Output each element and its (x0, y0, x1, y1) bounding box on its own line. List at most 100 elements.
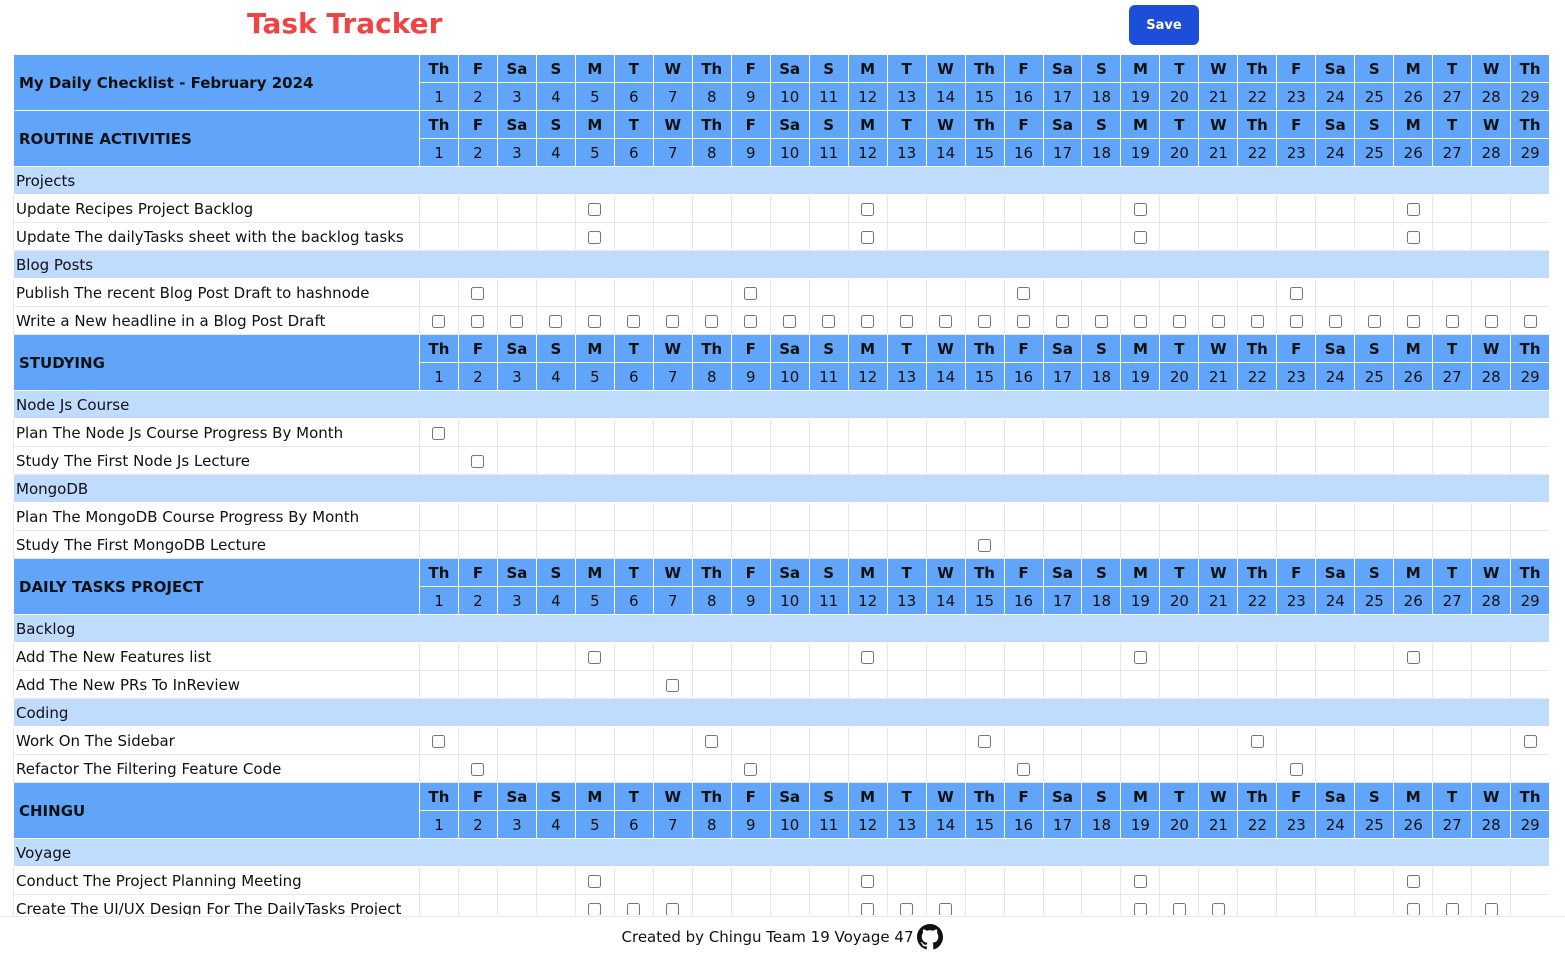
task-checkbox[interactable] (783, 315, 797, 328)
day-check-cell (1471, 642, 1512, 671)
task-checkbox[interactable] (1406, 231, 1420, 244)
task-checkbox[interactable] (510, 315, 524, 328)
task-checkbox[interactable] (1133, 903, 1147, 915)
day-name-header: F (457, 558, 498, 587)
task-checkbox[interactable] (1289, 763, 1303, 776)
day-check-cell (1198, 278, 1239, 307)
task-checkbox[interactable] (1172, 903, 1186, 915)
task-checkbox[interactable] (1133, 315, 1147, 328)
day-check-cell (1276, 502, 1317, 531)
task-checkbox[interactable] (744, 315, 758, 328)
day-name-header: Th (1510, 54, 1549, 83)
task-checkbox[interactable] (978, 315, 992, 328)
day-check-cell (1120, 418, 1161, 447)
task-checkbox[interactable] (822, 315, 836, 328)
task-checkbox[interactable] (1133, 231, 1147, 244)
task-checkbox[interactable] (978, 539, 992, 552)
task-checkbox[interactable] (1017, 763, 1031, 776)
task-checkbox[interactable] (744, 287, 758, 300)
task-checkbox[interactable] (471, 287, 485, 300)
task-checkbox[interactable] (471, 315, 485, 328)
day-name-header: M (1120, 334, 1161, 363)
task-checkbox[interactable] (1211, 315, 1225, 328)
day-check-cell (1354, 754, 1395, 783)
task-checkbox[interactable] (432, 427, 446, 440)
day-check-cell (1042, 306, 1083, 335)
github-icon[interactable] (917, 923, 944, 950)
task-checkbox[interactable] (1484, 903, 1498, 915)
task-checkbox[interactable] (432, 735, 446, 748)
task-checkbox[interactable] (861, 315, 875, 328)
task-checkbox[interactable] (588, 203, 602, 216)
task-checkbox[interactable] (627, 315, 641, 328)
task-checkbox[interactable] (1133, 651, 1147, 664)
save-button[interactable]: Save (1129, 5, 1199, 45)
day-check-cell (652, 866, 693, 895)
day-check-cell (535, 866, 576, 895)
task-checkbox[interactable] (1017, 315, 1031, 328)
task-checkbox[interactable] (861, 903, 875, 915)
task-checkbox[interactable] (1406, 315, 1420, 328)
day-check-cell (964, 866, 1005, 895)
task-checkbox[interactable] (900, 903, 914, 915)
day-check-cell (1237, 278, 1278, 307)
task-checkbox[interactable] (1406, 203, 1420, 216)
task-checkbox[interactable] (1523, 735, 1537, 748)
task-checkbox[interactable] (939, 903, 953, 915)
task-checkbox[interactable] (861, 231, 875, 244)
task-checkbox[interactable] (705, 315, 719, 328)
task-checkbox[interactable] (1289, 287, 1303, 300)
task-label: Update The dailyTasks sheet with the bac… (13, 222, 420, 251)
task-checkbox[interactable] (549, 315, 563, 328)
date-header: 27 (1432, 810, 1473, 839)
day-check-cell (496, 754, 537, 783)
task-checkbox[interactable] (588, 903, 602, 915)
day-name-header: Sa (496, 110, 537, 139)
day-check-cell (1120, 194, 1161, 223)
task-checkbox[interactable] (861, 651, 875, 664)
day-check-cell (535, 754, 576, 783)
task-checkbox[interactable] (666, 903, 680, 915)
task-checkbox[interactable] (1406, 903, 1420, 915)
task-checkbox[interactable] (1328, 315, 1342, 328)
task-checkbox[interactable] (432, 315, 446, 328)
task-checkbox[interactable] (1055, 315, 1069, 328)
task-checkbox[interactable] (666, 315, 680, 328)
task-checkbox[interactable] (1406, 651, 1420, 664)
task-checkbox[interactable] (1133, 875, 1147, 888)
task-checkbox[interactable] (1250, 735, 1264, 748)
task-checkbox[interactable] (744, 763, 758, 776)
task-checkbox[interactable] (666, 679, 680, 692)
task-checkbox[interactable] (588, 875, 602, 888)
task-checkbox[interactable] (1133, 203, 1147, 216)
task-checkbox[interactable] (1017, 287, 1031, 300)
date-header: 29 (1510, 82, 1549, 111)
task-checkbox[interactable] (900, 315, 914, 328)
task-checkbox[interactable] (861, 875, 875, 888)
task-checkbox[interactable] (1367, 315, 1381, 328)
task-checkbox[interactable] (705, 735, 719, 748)
task-checkbox[interactable] (861, 203, 875, 216)
task-checkbox[interactable] (588, 231, 602, 244)
date-header: 28 (1471, 362, 1512, 391)
task-checkbox[interactable] (627, 903, 641, 915)
task-checkbox[interactable] (588, 315, 602, 328)
task-checkbox[interactable] (1289, 315, 1303, 328)
task-checkbox[interactable] (1484, 315, 1498, 328)
task-checkbox[interactable] (471, 455, 485, 468)
task-checkbox[interactable] (1445, 315, 1459, 328)
day-name-header: Th (964, 54, 1005, 83)
task-checkbox[interactable] (1250, 315, 1264, 328)
day-check-cell (1159, 726, 1200, 755)
task-checkbox[interactable] (1523, 315, 1537, 328)
task-checkbox[interactable] (978, 735, 992, 748)
task-checkbox[interactable] (1094, 315, 1108, 328)
task-checkbox[interactable] (471, 763, 485, 776)
task-checkbox[interactable] (1445, 903, 1459, 915)
task-checkbox[interactable] (588, 651, 602, 664)
day-check-cell (613, 642, 654, 671)
task-checkbox[interactable] (1211, 903, 1225, 915)
task-checkbox[interactable] (939, 315, 953, 328)
task-checkbox[interactable] (1406, 875, 1420, 888)
task-checkbox[interactable] (1172, 315, 1186, 328)
